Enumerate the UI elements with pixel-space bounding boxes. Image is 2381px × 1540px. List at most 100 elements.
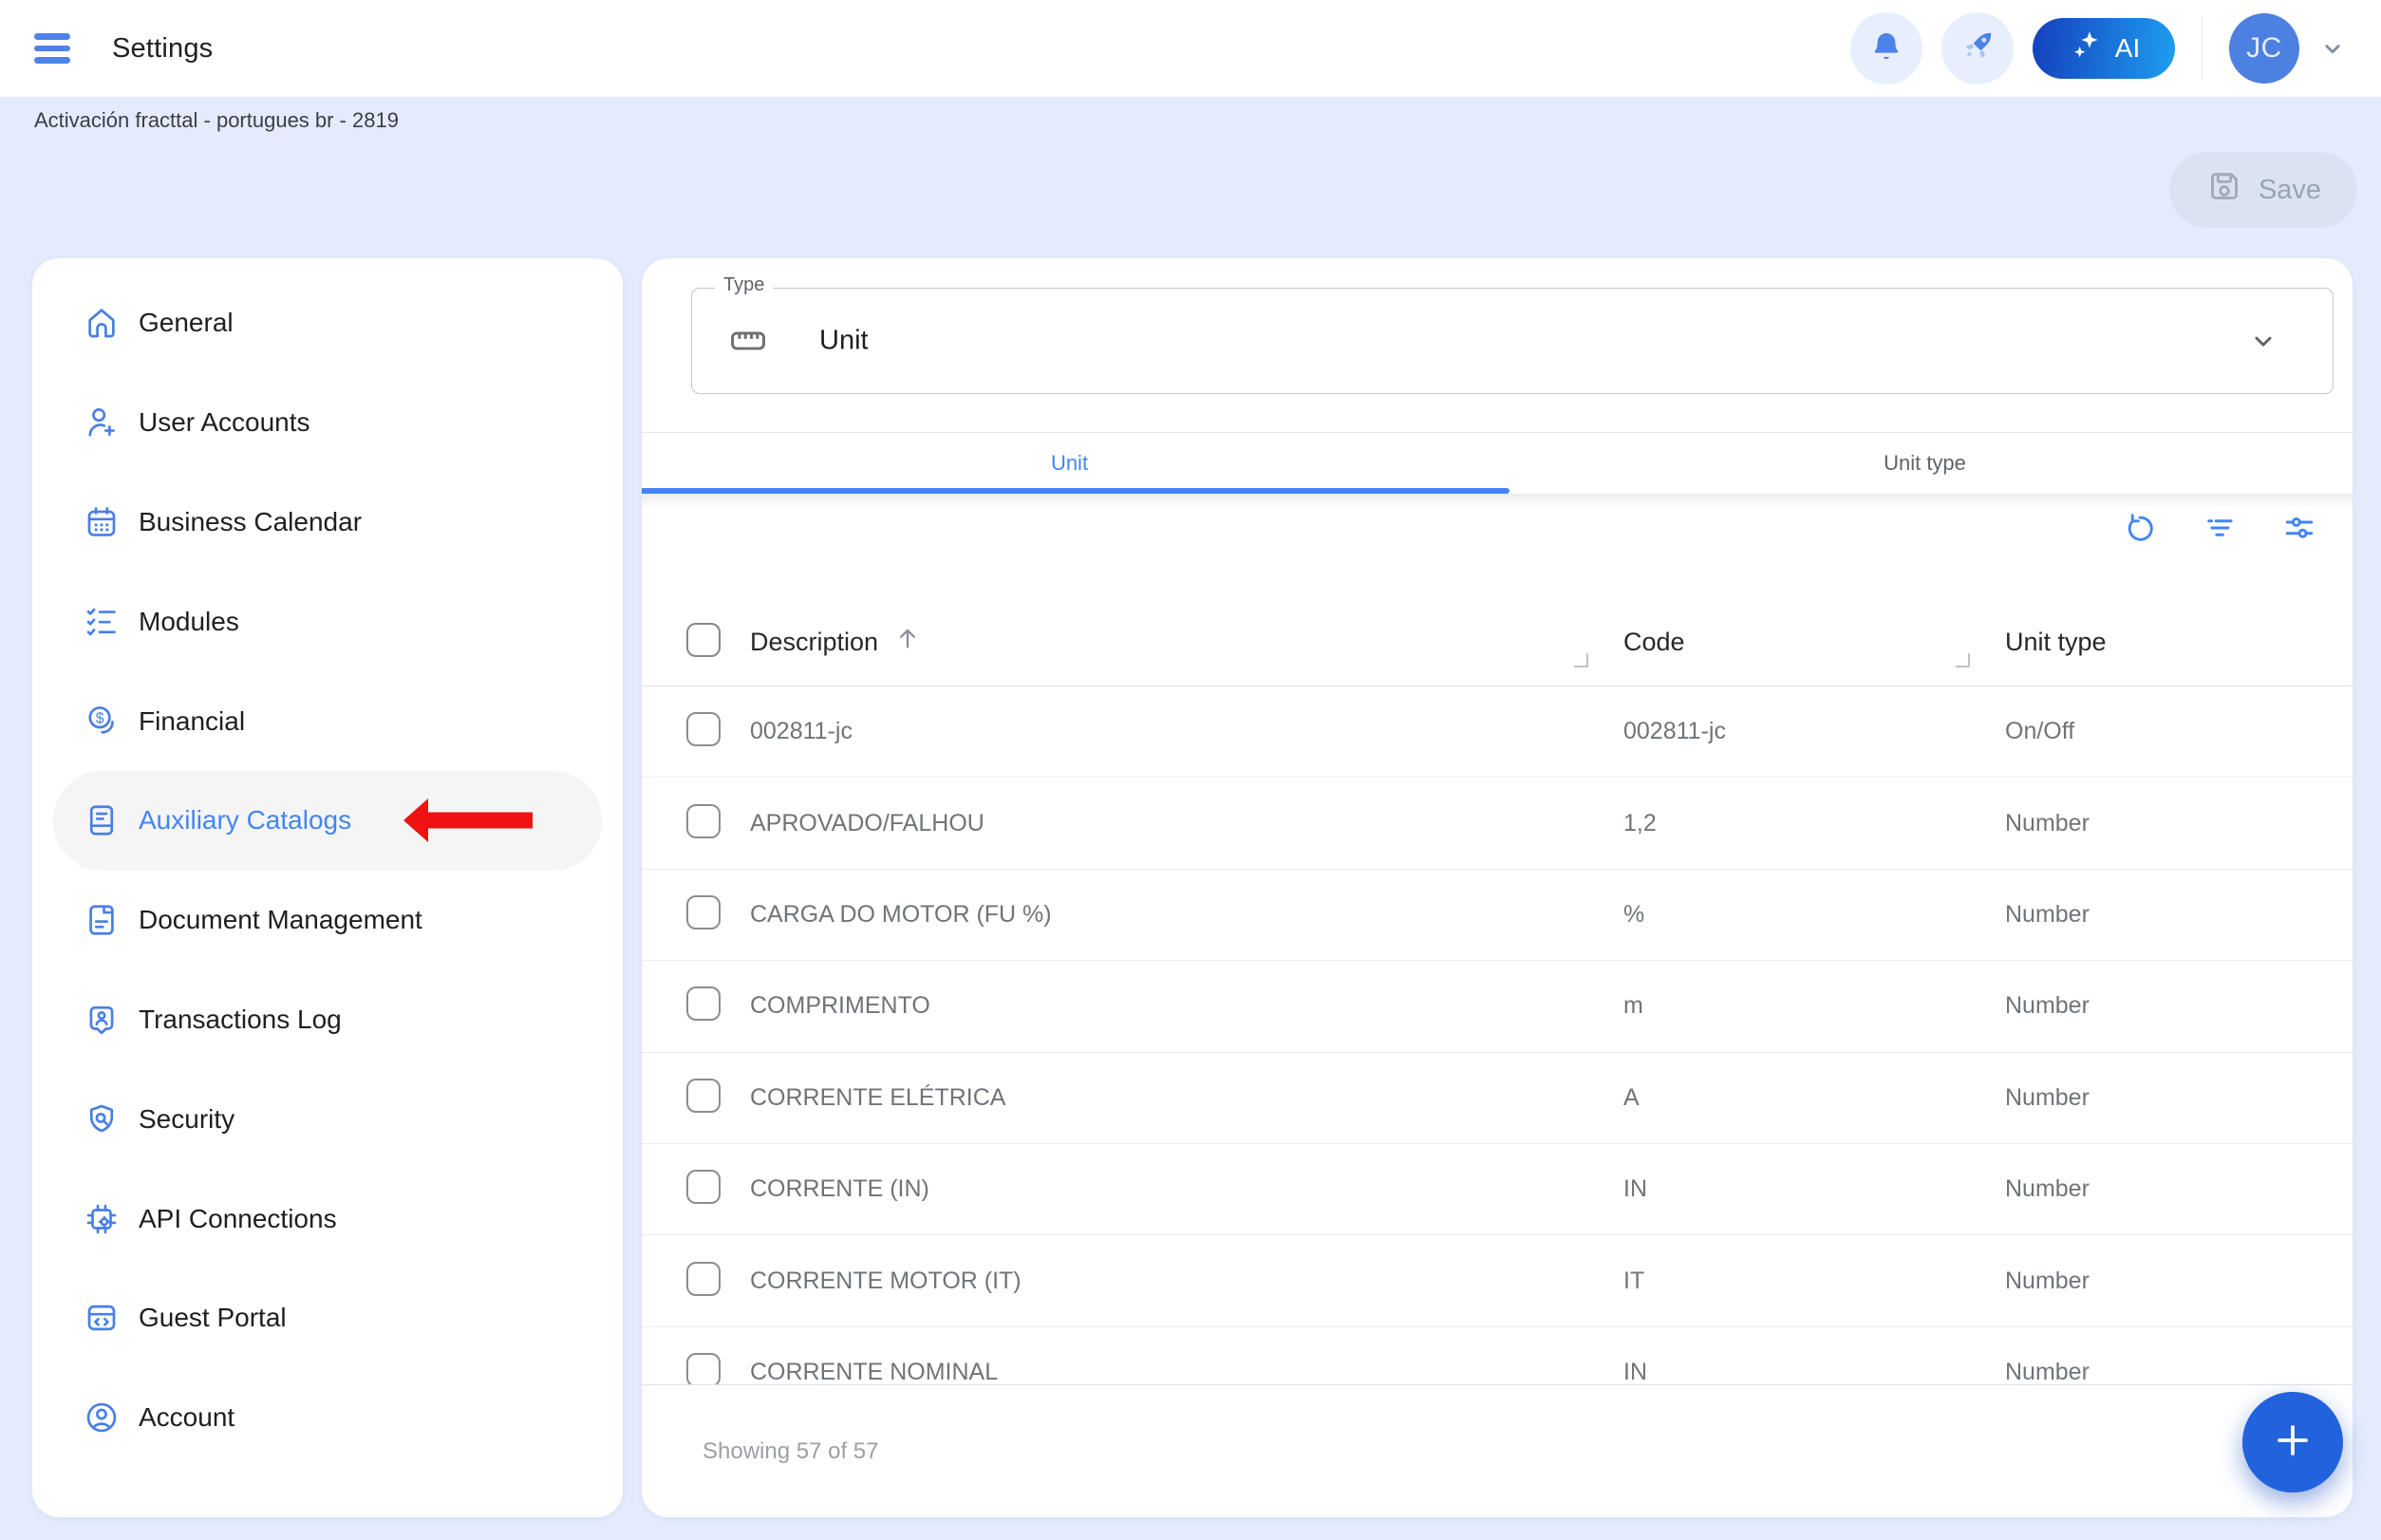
sidebar-item-auxiliary-catalogs[interactable]: Auxiliary Catalogs: [53, 771, 602, 871]
table-row[interactable]: COMPRIMENTO m Number: [642, 961, 2353, 1052]
chevron-down-icon: [2247, 325, 2279, 357]
divider: [2202, 17, 2203, 80]
cell-description: CORRENTE NOMINAL: [750, 1359, 1623, 1384]
column-resize-handle[interactable]: [1956, 653, 1970, 667]
row-checkbox[interactable]: [686, 895, 721, 930]
cell-code: 1,2: [1623, 810, 2005, 837]
row-checkbox[interactable]: [686, 1262, 721, 1296]
user-plus-icon: [84, 404, 120, 441]
type-select-value: Unit: [819, 326, 869, 357]
cell-unit-type: Number: [2005, 1175, 2353, 1203]
sidebar-item-api-connections[interactable]: API Connections: [53, 1169, 602, 1268]
person-circle-icon: [84, 1399, 120, 1436]
whats-new-button[interactable]: [1941, 12, 2014, 85]
table-header: Description Code Unit type: [642, 598, 2353, 686]
row-checkbox[interactable]: [686, 1170, 721, 1204]
row-checkbox[interactable]: [686, 804, 721, 838]
table-footer: Showing 57 of 57: [642, 1384, 2353, 1517]
page-title: Settings: [112, 33, 213, 65]
row-checkbox[interactable]: [686, 1353, 721, 1384]
settings-page: Settings AI JC Activación fracttal - por…: [0, 0, 2381, 1540]
column-header-description[interactable]: Description: [750, 628, 1623, 657]
sidebar-item-label: Business Calendar: [139, 507, 362, 537]
sidebar-item-label: Security: [139, 1104, 234, 1135]
sidebar-item-label: Transactions Log: [139, 1005, 342, 1035]
home-icon: [84, 305, 120, 341]
shield-search-icon: [84, 1101, 120, 1137]
column-header-code[interactable]: Code: [1623, 628, 2005, 657]
row-checkbox[interactable]: [686, 712, 721, 746]
row-checkbox[interactable]: [686, 1079, 721, 1113]
sidebar-item-transactions-log[interactable]: Transactions Log: [53, 970, 602, 1070]
column-settings-icon[interactable]: [2282, 511, 2316, 545]
cell-unit-type: Number: [2005, 1359, 2353, 1384]
sidebar-item-modules[interactable]: Modules: [53, 572, 602, 671]
add-unit-button[interactable]: [2242, 1392, 2343, 1493]
company-context-label: Activación fracttal - portugues br - 281…: [34, 108, 399, 133]
column-header-unit-type[interactable]: Unit type: [2005, 628, 2353, 657]
sidebar-item-business-calendar[interactable]: Business Calendar: [53, 473, 602, 573]
cell-description: APROVADO/FALHOU: [750, 810, 1623, 837]
chip-icon: [84, 1201, 120, 1237]
ai-label: AI: [2115, 33, 2140, 64]
type-select-label: Type: [715, 274, 773, 296]
row-checkbox[interactable]: [686, 986, 721, 1021]
cell-code: m: [1623, 992, 2005, 1020]
tab-unit-type[interactable]: Unit type: [1497, 433, 2353, 494]
sidebar-item-label: API Connections: [139, 1204, 337, 1234]
sidebar-item-account[interactable]: Account: [53, 1368, 602, 1468]
sidebar-item-user-accounts[interactable]: User Accounts: [53, 373, 602, 473]
cell-unit-type: Number: [2005, 992, 2353, 1020]
sort-ascending-icon: [893, 624, 922, 652]
table-body: 002811-jc 002811-jc On/Off APROVADO/FALH…: [642, 686, 2353, 1384]
cell-code: 002811-jc: [1623, 718, 2005, 745]
table-row[interactable]: CORRENTE ELÉTRICA A Number: [642, 1053, 2353, 1144]
save-button[interactable]: Save: [2169, 152, 2357, 228]
sidebar-item-guest-portal[interactable]: Guest Portal: [53, 1268, 602, 1368]
chevron-down-icon: [2318, 34, 2347, 63]
sidebar-item-financial[interactable]: $ Financial: [53, 671, 602, 771]
notifications-button[interactable]: [1850, 12, 1922, 85]
top-bar-actions: AI JC: [1850, 12, 2347, 85]
ai-assistant-button[interactable]: AI: [2033, 18, 2175, 79]
sub-header: Activación fracttal - portugues br - 281…: [0, 97, 2381, 258]
sidebar-item-general[interactable]: General: [53, 273, 602, 373]
bell-icon: [1867, 28, 1905, 70]
table-row[interactable]: CORRENTE NOMINAL IN Number: [642, 1327, 2353, 1384]
document-icon: [84, 902, 120, 938]
sidebar-item-security[interactable]: Security: [53, 1069, 602, 1169]
account-menu-button[interactable]: [2318, 34, 2347, 63]
auxiliary-catalogs-panel: Type Unit Unit Unit type Description Cod…: [642, 258, 2353, 1517]
sidebar-item-label: Document Management: [139, 905, 422, 935]
sidebar-item-label: Account: [139, 1402, 234, 1433]
cell-description: 002811-jc: [750, 718, 1623, 745]
type-select[interactable]: Type Unit: [691, 288, 2334, 394]
cell-unit-type: Number: [2005, 1268, 2353, 1295]
sidebar-item-label: User Accounts: [139, 407, 310, 438]
cell-code: A: [1623, 1084, 2005, 1112]
select-all-checkbox[interactable]: [686, 623, 721, 657]
avatar[interactable]: JC: [2229, 13, 2299, 84]
tab-unit[interactable]: Unit: [642, 433, 1497, 494]
tab-shadow: [642, 494, 2353, 509]
table-row[interactable]: 002811-jc 002811-jc On/Off: [642, 686, 2353, 778]
refresh-icon[interactable]: [2123, 511, 2157, 545]
filter-icon[interactable]: [2203, 511, 2237, 545]
sidebar-item-document-management[interactable]: Document Management: [53, 871, 602, 970]
catalog-icon: [84, 802, 120, 838]
ruler-icon: [728, 321, 768, 361]
rocket-icon: [1959, 28, 1997, 70]
cell-description: CARGA DO MOTOR (FU %): [750, 901, 1623, 929]
table-row[interactable]: CORRENTE MOTOR (IT) IT Number: [642, 1235, 2353, 1326]
sidebar-item-label: General: [139, 308, 234, 338]
save-icon: [2205, 167, 2243, 213]
table-row[interactable]: CORRENTE (IN) IN Number: [642, 1144, 2353, 1235]
table-row[interactable]: CARGA DO MOTOR (FU %) % Number: [642, 870, 2353, 961]
cell-unit-type: On/Off: [2005, 718, 2353, 745]
coin-icon: $: [84, 704, 120, 740]
table-row[interactable]: APROVADO/FALHOU 1,2 Number: [642, 778, 2353, 869]
cell-code: IT: [1623, 1268, 2005, 1295]
browser-icon: [84, 1300, 120, 1336]
menu-icon[interactable]: [34, 33, 70, 64]
column-resize-handle[interactable]: [1574, 653, 1588, 667]
